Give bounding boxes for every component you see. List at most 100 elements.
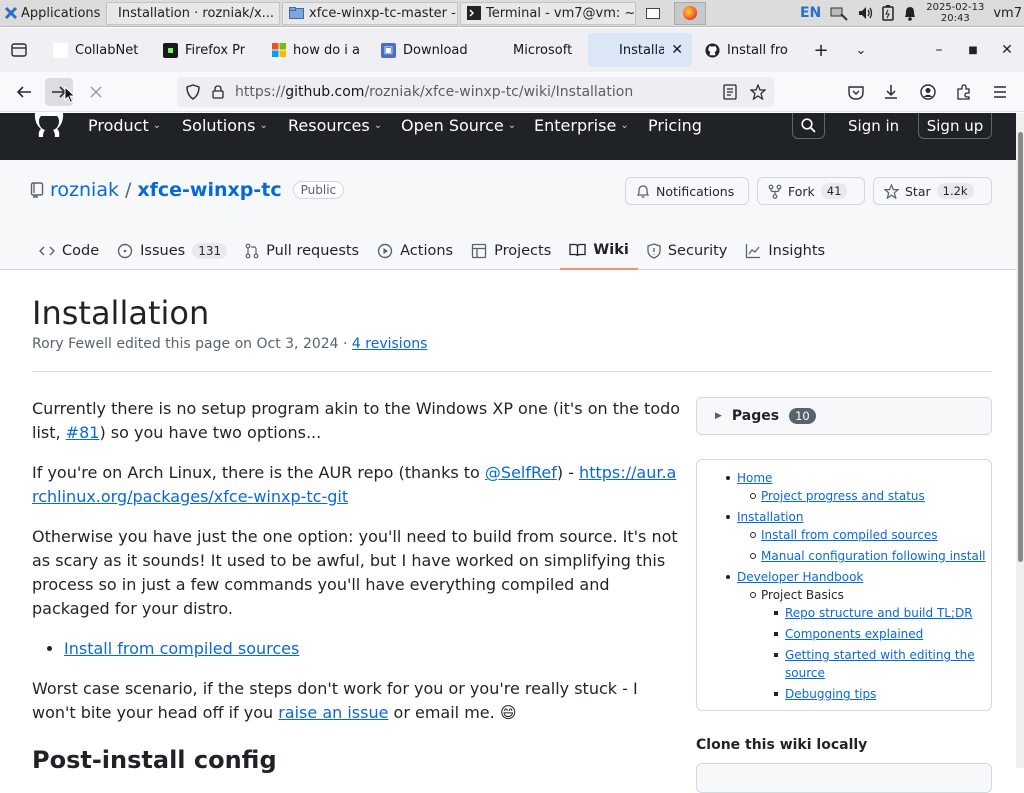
toc-progress-link[interactable]: Project progress and status bbox=[750, 487, 925, 505]
repo-name-link[interactable]: xfce-winxp-tc bbox=[137, 179, 281, 201]
lock-icon[interactable] bbox=[212, 85, 224, 99]
toc-dev-handbook-link[interactable]: Developer Handbook bbox=[725, 568, 863, 586]
nav-resources[interactable]: Resources ⌄ bbox=[288, 113, 382, 138]
star-button[interactable]: Star 1.2k bbox=[873, 177, 992, 205]
chevron-down-icon: ⌄ bbox=[259, 120, 268, 131]
stop-loading-icon[interactable] bbox=[82, 78, 110, 106]
repo-header: rozniak / xfce-winxp-tc Public Notificat… bbox=[0, 160, 1024, 270]
browser-tab-active[interactable]: Installat ✕ bbox=[588, 33, 692, 67]
pocket-icon[interactable] bbox=[842, 78, 870, 106]
toc-components-link[interactable]: Components explained bbox=[773, 625, 923, 643]
volume-icon[interactable] bbox=[857, 5, 873, 21]
minimize-window-icon[interactable]: – bbox=[924, 33, 954, 67]
toc-installation-link[interactable]: Installation bbox=[725, 508, 803, 526]
tab-issues[interactable]: Issues 131 bbox=[108, 232, 236, 270]
browser-tab[interactable]: ▣ Download bbox=[372, 33, 480, 67]
nav-product[interactable]: Product ⌄ bbox=[88, 113, 161, 138]
download-icon: ▣ bbox=[381, 42, 396, 58]
raise-issue-link[interactable]: raise an issue bbox=[278, 703, 388, 722]
revisions-link[interactable]: 4 revisions bbox=[352, 336, 428, 352]
toc-repo-structure-link[interactable]: Repo structure and build TL;DR bbox=[774, 604, 973, 622]
taskbar-window-terminal[interactable]: Terminal - vm7@vm: ~... bbox=[460, 1, 636, 25]
firefox-view-icon[interactable] bbox=[4, 33, 34, 67]
tracking-shield-icon[interactable] bbox=[186, 84, 200, 100]
reader-view-icon[interactable] bbox=[723, 84, 737, 100]
list-tabs-chevron-icon[interactable]: ⌄ bbox=[846, 33, 876, 67]
battery-icon[interactable] bbox=[882, 5, 894, 21]
extensions-puzzle-icon[interactable] bbox=[950, 78, 978, 106]
visibility-badge: Public bbox=[292, 181, 345, 199]
close-tab-icon[interactable]: ✕ bbox=[671, 42, 683, 58]
install-compiled-link[interactable]: Install from compiled sources bbox=[64, 639, 299, 658]
chevron-down-icon: ⌄ bbox=[620, 120, 629, 131]
chevron-down-icon: ⌄ bbox=[152, 120, 162, 131]
tab-pull-requests[interactable]: Pull requests bbox=[236, 232, 368, 270]
clock[interactable]: 2025-02-13 20:43 bbox=[926, 2, 984, 24]
tab-label: Actions bbox=[400, 243, 454, 259]
tab-security[interactable]: Security bbox=[638, 232, 737, 270]
nav-label: Pricing bbox=[648, 116, 702, 135]
taskbar-window-folder[interactable]: xfce-winxp-tc-master -... bbox=[282, 1, 458, 25]
scrollbar-thumb[interactable] bbox=[1018, 132, 1023, 562]
tab-actions[interactable]: Actions bbox=[368, 232, 462, 270]
github-icon bbox=[705, 42, 720, 58]
network-icon[interactable] bbox=[830, 5, 848, 21]
toc-install-compiled-link[interactable]: Install from compiled sources bbox=[750, 526, 938, 544]
account-icon[interactable] bbox=[914, 78, 942, 106]
new-tab-plus-icon[interactable]: + bbox=[806, 33, 836, 67]
tab-code[interactable]: Code bbox=[30, 232, 108, 270]
notifications-button[interactable]: Notifications bbox=[625, 177, 749, 205]
tab-label: Pull requests bbox=[266, 243, 360, 259]
user-name[interactable]: vm7 bbox=[993, 6, 1022, 21]
repo-owner-link[interactable]: rozniak bbox=[50, 179, 119, 201]
browser-tab[interactable]: Install fro bbox=[696, 33, 800, 67]
paragraph-text: ) so you have two options... bbox=[99, 423, 322, 442]
workspace-icon[interactable] bbox=[646, 7, 660, 19]
downloads-icon[interactable] bbox=[877, 78, 905, 106]
toc-getting-started-link-cont[interactable]: source bbox=[785, 664, 825, 682]
hamburger-menu-icon[interactable] bbox=[986, 78, 1014, 106]
search-button[interactable] bbox=[792, 113, 825, 139]
url-text[interactable]: https://github.com/rozniak/xfce-winxp-tc… bbox=[235, 84, 633, 100]
applications-menu[interactable]: Applications bbox=[0, 0, 104, 27]
sign-in-link[interactable]: Sign in bbox=[848, 113, 899, 138]
close-window-icon[interactable]: ✕ bbox=[992, 33, 1022, 67]
nav-open-source[interactable]: Open Source ⌄ bbox=[401, 113, 516, 138]
bookmark-star-icon[interactable] bbox=[750, 84, 766, 100]
toc-home-link[interactable]: Home bbox=[725, 469, 772, 487]
maximize-window-icon[interactable]: ■ bbox=[958, 33, 988, 67]
selfref-user-link[interactable]: @SelfRef bbox=[485, 463, 557, 482]
issue-81-link[interactable]: #81 bbox=[66, 423, 100, 442]
nav-solutions[interactable]: Solutions ⌄ bbox=[182, 113, 268, 138]
toc-getting-started-link[interactable]: Getting started with editing the bbox=[774, 646, 975, 664]
toc-debugging-link[interactable]: Debugging tips bbox=[773, 685, 876, 703]
browser-tab[interactable]: CollabNet bbox=[44, 33, 152, 67]
taskbar-window-label: Terminal - vm7@vm: ~... bbox=[486, 5, 636, 21]
pages-toggle[interactable]: ▶ Pages 10 bbox=[696, 397, 992, 435]
taskbar-firefox-launcher[interactable] bbox=[674, 1, 706, 25]
taskbar-window-firefox[interactable]: Installation · rozniak/x... bbox=[106, 1, 280, 25]
back-arrow-icon[interactable] bbox=[10, 78, 38, 106]
keyboard-layout-indicator[interactable]: EN bbox=[800, 5, 821, 21]
browser-tab[interactable]: ▪ Firefox Pr bbox=[154, 33, 260, 67]
tab-insights[interactable]: Insights bbox=[736, 232, 834, 270]
notification-bell-icon[interactable] bbox=[903, 5, 917, 21]
tab-label: Install fro bbox=[727, 42, 788, 58]
nav-pricing[interactable]: Pricing bbox=[648, 113, 702, 138]
tab-label: Code bbox=[62, 243, 100, 259]
tab-label: Wiki bbox=[593, 242, 629, 258]
nav-enterprise[interactable]: Enterprise ⌄ bbox=[534, 113, 629, 138]
pages-label: Pages bbox=[731, 408, 780, 424]
os-taskbar: Applications Installation · rozniak/x...… bbox=[0, 0, 1024, 27]
url-bar[interactable]: https://github.com/rozniak/xfce-winxp-tc… bbox=[177, 77, 774, 107]
github-logo-icon[interactable] bbox=[33, 113, 65, 143]
tab-projects[interactable]: Projects bbox=[462, 232, 560, 270]
tab-wiki[interactable]: Wiki bbox=[560, 232, 638, 270]
fork-button[interactable]: Fork 41 bbox=[757, 177, 865, 205]
browser-tab[interactable]: Microsoft bbox=[482, 33, 586, 67]
wiki-sidebar-toc: Home Project progress and status Install… bbox=[696, 459, 992, 711]
browser-tab[interactable]: how do i a bbox=[262, 33, 370, 67]
wiki-body: Currently there is no setup program akin… bbox=[32, 397, 682, 741]
toc-manual-config-link[interactable]: Manual configuration following install bbox=[750, 547, 986, 565]
sign-up-button[interactable]: Sign up bbox=[918, 113, 992, 139]
